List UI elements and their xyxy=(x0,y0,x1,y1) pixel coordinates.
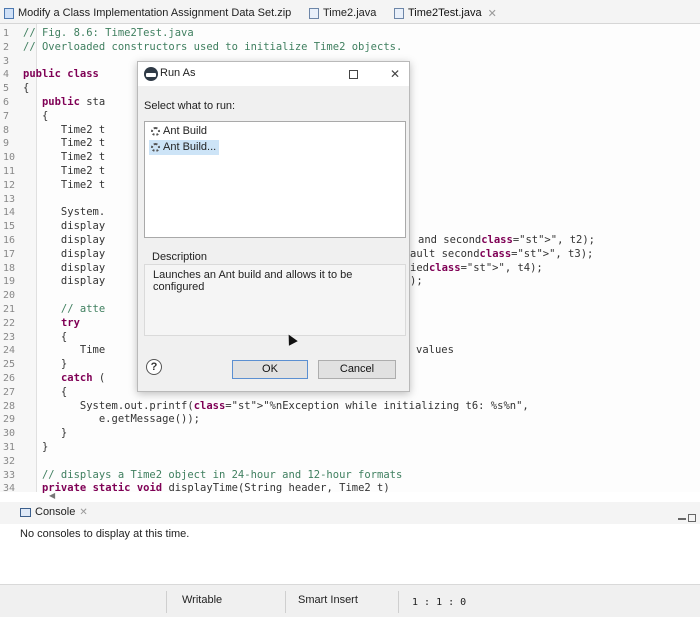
code-text: e.getMessage()); xyxy=(23,413,201,426)
status-bar: Writable Smart Insert 1 : 1 : 0 xyxy=(0,584,700,617)
code-text: Time2 t xyxy=(23,151,106,164)
code-text-overflow: iedclass="st">", t4); xyxy=(410,261,543,274)
code-text: { xyxy=(23,330,68,343)
line-number: 13 xyxy=(3,193,16,205)
code-text: display xyxy=(23,233,106,246)
tab-label: Modify a Class Implementation Assignment… xyxy=(18,7,292,19)
code-text: Time2 t xyxy=(23,178,106,191)
line-number: 32 xyxy=(3,455,16,467)
code-line: 2// Overloaded constructors used to init… xyxy=(0,41,700,55)
code-line: 32 xyxy=(0,455,700,469)
code-text-overflow: values xyxy=(416,344,454,357)
code-text: Time xyxy=(23,344,106,357)
code-text: public class xyxy=(23,68,99,81)
list-item-label: Ant Build... xyxy=(163,141,217,153)
list-item-label: Ant Build xyxy=(163,125,208,137)
code-line: 31 } xyxy=(0,441,700,455)
tab-time2test-java[interactable]: Time2Test.java ✕ xyxy=(394,4,497,22)
code-text-overflow: ); xyxy=(410,275,423,288)
tab-label: Time2.java xyxy=(323,7,377,19)
code-text: } xyxy=(23,358,68,371)
description-text: Launches an Ant build and allows it to b… xyxy=(153,269,353,293)
editor-tab-bar: Modify a Class Implementation Assignment… xyxy=(0,0,700,24)
code-text: display xyxy=(23,220,106,233)
maximize-icon xyxy=(348,70,358,80)
code-text: // Fig. 8.6: Time2Test.java xyxy=(23,27,194,39)
code-text: public sta xyxy=(41,95,106,108)
close-console-icon[interactable]: ✕ xyxy=(79,507,87,518)
console-icon xyxy=(20,507,31,517)
ant-icon xyxy=(151,143,160,152)
java-file-icon xyxy=(309,7,319,19)
console-body: No consoles to display at this time. xyxy=(0,524,700,580)
maximize-button[interactable] xyxy=(343,65,363,83)
console-tab-bar: Console ✕ xyxy=(0,502,700,524)
description-box: Launches an Ant build and allows it to b… xyxy=(144,264,406,336)
line-number: 3 xyxy=(3,55,10,67)
status-writable: Writable xyxy=(182,594,223,606)
code-text: // displays a Time2 object in 24-hour an… xyxy=(23,468,403,481)
code-text: { xyxy=(23,82,30,95)
status-insert-mode: Smart Insert xyxy=(298,594,358,606)
tab-time2-java[interactable]: Time2.java xyxy=(309,4,376,22)
close-tab-icon[interactable]: ✕ xyxy=(488,7,497,20)
list-item-ant-build[interactable]: Ant Build xyxy=(149,124,210,139)
scroll-left-icon[interactable]: ◀ xyxy=(49,491,55,500)
code-text-overflow: ault secondclass="st">", t3); xyxy=(410,247,594,260)
maximize-icon[interactable] xyxy=(688,514,696,522)
code-text: } xyxy=(23,427,68,440)
code-text: try xyxy=(60,316,80,329)
code-text: // Overloaded constructors used to initi… xyxy=(23,40,403,53)
dialog-title: Run As xyxy=(160,67,196,79)
tab-project-zip[interactable]: Modify a Class Implementation Assignment… xyxy=(4,4,291,22)
ok-button[interactable]: OK xyxy=(232,360,308,379)
code-text: } xyxy=(23,440,49,453)
code-line: 33 // displays a Time2 object in 24-hour… xyxy=(0,469,700,483)
launch-options-list[interactable]: Ant Build Ant Build... xyxy=(144,121,406,238)
code-text: display xyxy=(23,275,106,288)
tab-console[interactable]: Console ✕ xyxy=(20,506,88,518)
list-item-ant-build-configure[interactable]: Ant Build... xyxy=(149,140,220,155)
code-line: 34 private static void displayTime(Strin… xyxy=(0,482,700,496)
code-text: display xyxy=(23,261,106,274)
code-text: Time2 t xyxy=(23,123,106,136)
ant-icon xyxy=(151,127,160,136)
code-text: Time2 t xyxy=(23,164,106,177)
status-cursor-position: 1 : 1 : 0 xyxy=(412,597,467,608)
run-as-dialog: Run As ✕ Select what to run: Ant Build A… xyxy=(137,61,410,392)
java-file-icon xyxy=(394,7,404,19)
code-line: 1// Fig. 8.6: Time2Test.java xyxy=(0,27,700,41)
dialog-title-bar[interactable]: Run As ✕ xyxy=(138,62,409,86)
code-text-overflow: and secondclass="st">", t2); xyxy=(418,233,596,246)
project-icon xyxy=(4,7,14,19)
help-icon[interactable]: ? xyxy=(146,359,162,375)
status-divider xyxy=(285,591,286,613)
code-text: System.out.printf(class="st">"%nExceptio… xyxy=(23,399,529,412)
line-number: 20 xyxy=(3,290,16,302)
tab-label: Time2Test.java xyxy=(408,7,482,19)
code-text: catch ( xyxy=(60,371,106,384)
code-text: System. xyxy=(23,206,106,219)
select-prompt: Select what to run: xyxy=(144,100,236,112)
code-text: display xyxy=(23,247,106,260)
console-tab-label: Console xyxy=(35,506,76,518)
console-message: No consoles to display at this time. xyxy=(20,528,190,540)
code-line: 29 e.getMessage()); xyxy=(0,413,700,427)
code-text: { xyxy=(23,385,68,398)
code-text: // atte xyxy=(23,302,106,315)
code-text: { xyxy=(23,109,49,122)
close-dialog-button[interactable]: ✕ xyxy=(385,65,405,83)
description-label: Description xyxy=(152,251,208,263)
code-line: 28 System.out.printf(class="st">"%nExcep… xyxy=(0,400,700,414)
code-text: private static void displayTime(String h… xyxy=(41,482,390,495)
code-text: Time2 t xyxy=(23,137,106,150)
run-icon xyxy=(144,67,158,81)
cancel-button[interactable]: Cancel xyxy=(318,360,396,379)
status-divider xyxy=(166,591,167,613)
code-line: 30 } xyxy=(0,427,700,441)
status-divider xyxy=(398,591,399,613)
